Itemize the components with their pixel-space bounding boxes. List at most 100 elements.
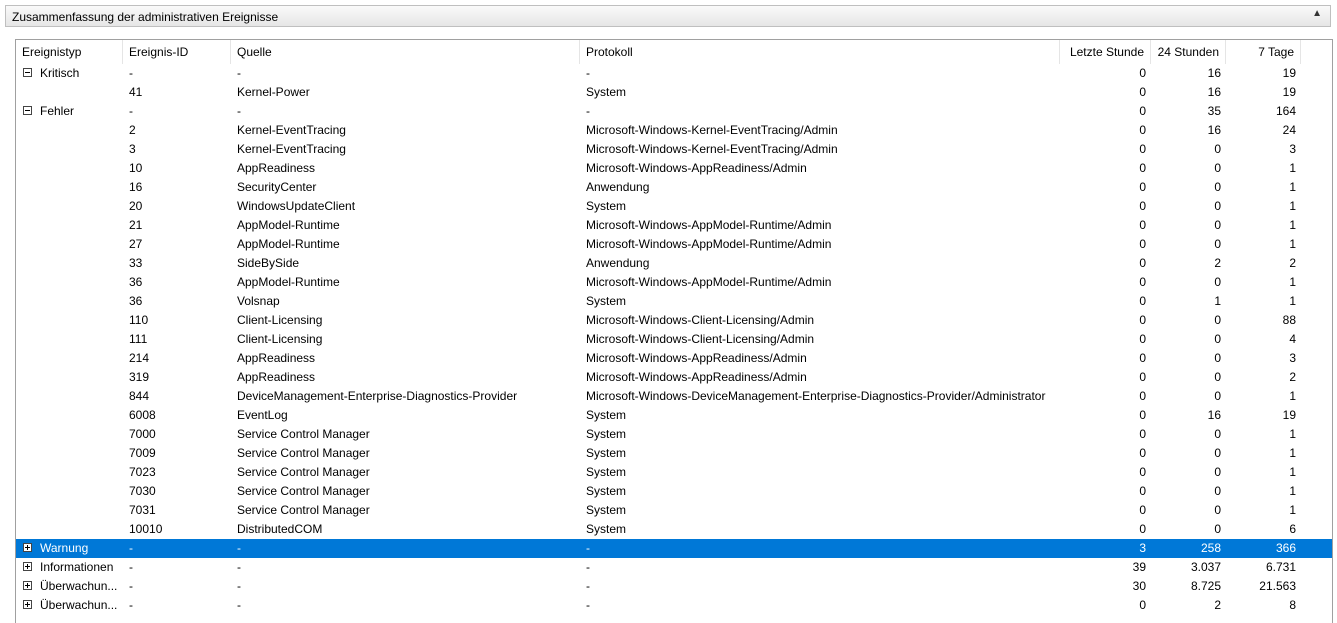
- group-row[interactable]: Kritisch - - - 0 16 19: [16, 64, 1332, 83]
- cell-week: 1: [1289, 484, 1296, 498]
- cell-source: -: [237, 598, 241, 612]
- cell-hour: 0: [1139, 256, 1146, 270]
- cell-source: AppReadiness: [237, 370, 316, 384]
- table-row[interactable]: 7009 Service Control Manager System 0 0 1: [16, 444, 1332, 463]
- table-row[interactable]: 110 Client-Licensing Microsoft-Windows-Cli…: [16, 311, 1332, 330]
- cell-id: 7009: [129, 446, 156, 460]
- cell-source: -: [237, 579, 241, 593]
- cell-type: [16, 121, 123, 140]
- cell-id: 20: [129, 199, 143, 213]
- column-header-protokoll[interactable]: Protokoll: [580, 40, 1060, 64]
- cell-day: 0: [1214, 389, 1221, 403]
- cell-source: EventLog: [237, 408, 288, 422]
- cell-id: -: [129, 541, 133, 555]
- cell-source: Client-Licensing: [237, 332, 323, 346]
- table-row[interactable]: 319 AppReadiness Microsoft-Windows-AppRead…: [16, 368, 1332, 387]
- table-row[interactable]: 41 Kernel-Power System 0 16 19: [16, 83, 1332, 102]
- cell-source: -: [237, 560, 241, 574]
- column-header-ereignis-id[interactable]: Ereignis-ID: [123, 40, 231, 64]
- cell-hour: 0: [1139, 66, 1146, 80]
- cell-id: -: [129, 104, 133, 118]
- table-row[interactable]: 10010 DistributedCOM System 0 0 6: [16, 520, 1332, 539]
- group-row[interactable]: Überwachun... - - -30 8.725 21.563: [16, 577, 1332, 596]
- cell-hour: 0: [1139, 85, 1146, 99]
- cell-log: Microsoft-Windows-DeviceManagement-Enter…: [586, 389, 1046, 403]
- table-row[interactable]: 16 SecurityCenter Anwendung 0 0 1: [16, 178, 1332, 197]
- cell-day: 0: [1214, 446, 1221, 460]
- cell-week: 1: [1289, 275, 1296, 289]
- table-row[interactable]: 33 SideBySide Anwendung 0 2 2: [16, 254, 1332, 273]
- cell-type: [16, 140, 123, 159]
- column-header-7-tage[interactable]: 7 Tage: [1226, 40, 1301, 64]
- cell-day: 1: [1214, 294, 1221, 308]
- group-row[interactable]: Warnung - - - 3 258 366: [16, 539, 1332, 558]
- cell-week: 1: [1289, 465, 1296, 479]
- table-row[interactable]: 27 AppModel-Runtime Microsoft-Windows-AppM…: [16, 235, 1332, 254]
- cell-type: [16, 349, 123, 368]
- cell-log: System: [586, 427, 627, 441]
- cell-log: Microsoft-Windows-AppModel-Runtime/Admin: [586, 275, 832, 289]
- cell-source: DeviceManagement-Enterprise-Diagnostics-…: [237, 389, 518, 403]
- cell-type: [16, 330, 123, 349]
- collapse-icon[interactable]: ▲: [1312, 8, 1322, 19]
- cell-hour: 0: [1139, 598, 1146, 612]
- table-row[interactable]: 20 WindowsUpdateClient System 0 0 1: [16, 197, 1332, 216]
- table-row[interactable]: 21 AppModel-Runtime Microsoft-Windows-AppM…: [16, 216, 1332, 235]
- cell-day: 0: [1214, 218, 1221, 232]
- cell-type: Überwachun...: [40, 579, 118, 593]
- table-row[interactable]: 844 DeviceManagement-Enterprise-Diagnosti…: [16, 387, 1332, 406]
- column-header-ereignistyp[interactable]: Ereignistyp: [16, 40, 123, 64]
- cell-day: 258: [1200, 541, 1221, 555]
- group-row[interactable]: Informationen - - - 39 3.037 6.731: [16, 558, 1332, 577]
- cell-id: -: [129, 66, 133, 80]
- cell-week: 3: [1289, 142, 1296, 156]
- cell-source: AppModel-Runtime: [237, 237, 340, 251]
- column-header-letzte-stunde[interactable]: Letzte Stunde: [1060, 40, 1151, 64]
- cell-hour: 0: [1139, 503, 1146, 517]
- table-header: Ereignistyp Ereignis-ID Quelle Protokoll…: [16, 40, 1332, 64]
- cell-hour: 0: [1139, 522, 1146, 536]
- table-row[interactable]: 36 AppModel-Runtime Microsoft-Windows-AppM…: [16, 273, 1332, 292]
- table-row[interactable]: 7000 Service Control Manager System 0 0 1: [16, 425, 1332, 444]
- cell-id: 214: [129, 351, 150, 365]
- group-row[interactable]: Fehler - - - 0 35 164: [16, 102, 1332, 121]
- cell-type: [16, 425, 123, 444]
- table-row[interactable]: 214 AppReadiness Microsoft-Windows-AppRead…: [16, 349, 1332, 368]
- cell-type: [16, 159, 123, 178]
- table-row[interactable]: 3 Kernel-EventTracing Microsoft-Windows-Ke…: [16, 140, 1332, 159]
- column-header-quelle[interactable]: Quelle: [231, 40, 580, 64]
- cell-type: [16, 406, 123, 425]
- cell-source: Kernel-EventTracing: [237, 123, 346, 137]
- cell-log: System: [586, 408, 627, 422]
- cell-id: -: [129, 560, 133, 574]
- cell-log: Microsoft-Windows-Kernel-EventTracing/Ad…: [586, 123, 838, 137]
- table-row[interactable]: 111 Client-Licensing Microsoft-Windows-Cli…: [16, 330, 1332, 349]
- table-row[interactable]: 7031 Service Control Manager System 0 0 1: [16, 501, 1332, 520]
- cell-week: 1: [1289, 199, 1296, 213]
- table-row[interactable]: 36 Volsnap System 0 1 1: [16, 292, 1332, 311]
- cell-hour: 0: [1139, 446, 1146, 460]
- table-row[interactable]: 2 Kernel-EventTracing Microsoft-Windows-Ke…: [16, 121, 1332, 140]
- cell-type: [16, 197, 123, 216]
- table-row[interactable]: 7023 Service Control Manager System 0 0 1: [16, 463, 1332, 482]
- cell-id: 21: [129, 218, 143, 232]
- cell-week: 19: [1282, 66, 1296, 80]
- cell-week: 24: [1282, 123, 1296, 137]
- cell-week: 88: [1282, 313, 1296, 327]
- group-row[interactable]: Überwachun... - - -0 2 8: [16, 596, 1332, 615]
- cell-day: 8.725: [1190, 579, 1221, 593]
- table-row[interactable]: 7030 Service Control Manager System 0 0 1: [16, 482, 1332, 501]
- cell-type: [16, 292, 123, 311]
- cell-day: 16: [1207, 123, 1221, 137]
- cell-id: 7023: [129, 465, 156, 479]
- cell-day: 2: [1214, 598, 1221, 612]
- table-row[interactable]: 6008 EventLog System 0 16 19: [16, 406, 1332, 425]
- panel-header[interactable]: Zusammenfassung der administrativen Erei…: [5, 5, 1331, 27]
- table-row[interactable]: 10 AppReadiness Microsoft-Windows-AppReadi…: [16, 159, 1332, 178]
- cell-day: 0: [1214, 275, 1221, 289]
- cell-log: System: [586, 503, 627, 517]
- cell-type: Fehler: [40, 104, 75, 118]
- column-header-24-stunden[interactable]: 24 Stunden: [1151, 40, 1226, 64]
- cell-source: Service Control Manager: [237, 427, 370, 441]
- cell-week: 164: [1275, 104, 1296, 118]
